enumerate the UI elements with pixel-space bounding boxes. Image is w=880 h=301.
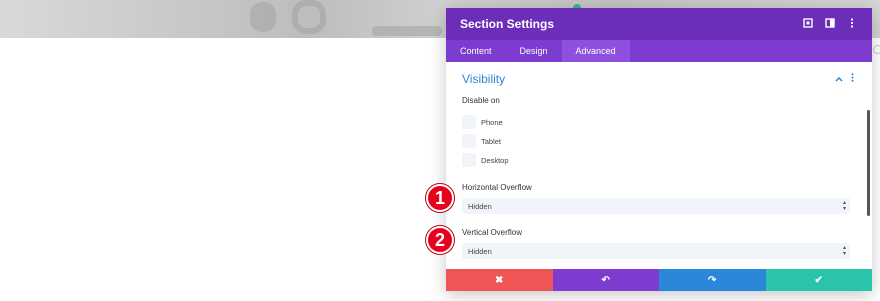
select-caret-icon: ▴ ▾ <box>842 245 846 257</box>
header-actions <box>802 17 858 31</box>
tab-bar: Content Design Advanced <box>446 40 872 62</box>
background-shape <box>250 2 276 32</box>
vertical-overflow-value: Hidden <box>468 246 492 256</box>
tab-advanced[interactable]: Advanced <box>561 40 630 62</box>
device-option-desktop[interactable]: Desktop <box>462 151 856 169</box>
scrollbar[interactable] <box>867 110 870 216</box>
disable-on-label: Disable on <box>462 96 500 105</box>
visibility-section-header[interactable]: Visibility <box>462 62 856 96</box>
tablet-label: Tablet <box>481 136 502 146</box>
more-icon[interactable] <box>851 73 854 85</box>
vertical-overflow-select[interactable]: Hidden ▴ ▾ <box>462 243 850 259</box>
close-icon: ✖ <box>495 274 504 286</box>
split-view-icon[interactable] <box>824 17 836 31</box>
horizontal-overflow-label: Horizontal Overflow <box>462 183 532 192</box>
undo-icon: ↶ <box>601 274 610 286</box>
undo-button[interactable]: ↶ <box>552 269 659 291</box>
redo-button[interactable]: ↷ <box>659 269 766 291</box>
section-actions <box>835 73 854 85</box>
more-icon[interactable] <box>846 17 858 31</box>
check-icon: ✔ <box>814 274 823 286</box>
redo-icon: ↷ <box>708 274 717 286</box>
callout-badge-2: 2 <box>426 226 454 254</box>
horizontal-overflow-value: Hidden <box>468 201 492 211</box>
cancel-button[interactable]: ✖ <box>446 269 553 291</box>
tab-design[interactable]: Design <box>506 40 562 62</box>
device-option-phone[interactable]: Phone <box>462 113 856 131</box>
phone-checkbox[interactable] <box>462 115 476 129</box>
callout-badge-1: 1 <box>426 184 454 212</box>
fullscreen-icon[interactable] <box>802 17 814 31</box>
desktop-label: Desktop <box>481 155 509 165</box>
save-button[interactable]: ✔ <box>765 269 872 291</box>
section-settings-modal: Section Settings Content Design Advanced… <box>446 8 872 291</box>
modal-header: Section Settings <box>446 8 872 40</box>
chevron-up-icon[interactable] <box>835 74 843 85</box>
vertical-overflow-label: Vertical Overflow <box>462 228 523 237</box>
horizontal-overflow-select[interactable]: Hidden ▴ ▾ <box>462 198 850 214</box>
device-option-tablet[interactable]: Tablet <box>462 132 856 150</box>
background-shape <box>372 26 442 36</box>
desktop-checkbox[interactable] <box>462 153 476 167</box>
modal-title: Section Settings <box>460 17 555 31</box>
phone-label: Phone <box>481 117 503 127</box>
tablet-checkbox[interactable] <box>462 134 476 148</box>
section-title: Visibility <box>462 72 506 86</box>
tab-content[interactable]: Content <box>446 40 506 62</box>
settings-content: Visibility Disable on Phone Tablet Deskt… <box>446 62 872 269</box>
background-shape <box>292 0 326 34</box>
gutter-handle-icon[interactable] <box>873 45 880 54</box>
page: Section Settings Content Design Advanced… <box>0 0 880 301</box>
modal-footer: ✖ ↶ ↷ ✔ <box>446 269 872 291</box>
select-caret-icon: ▴ ▾ <box>842 200 846 212</box>
